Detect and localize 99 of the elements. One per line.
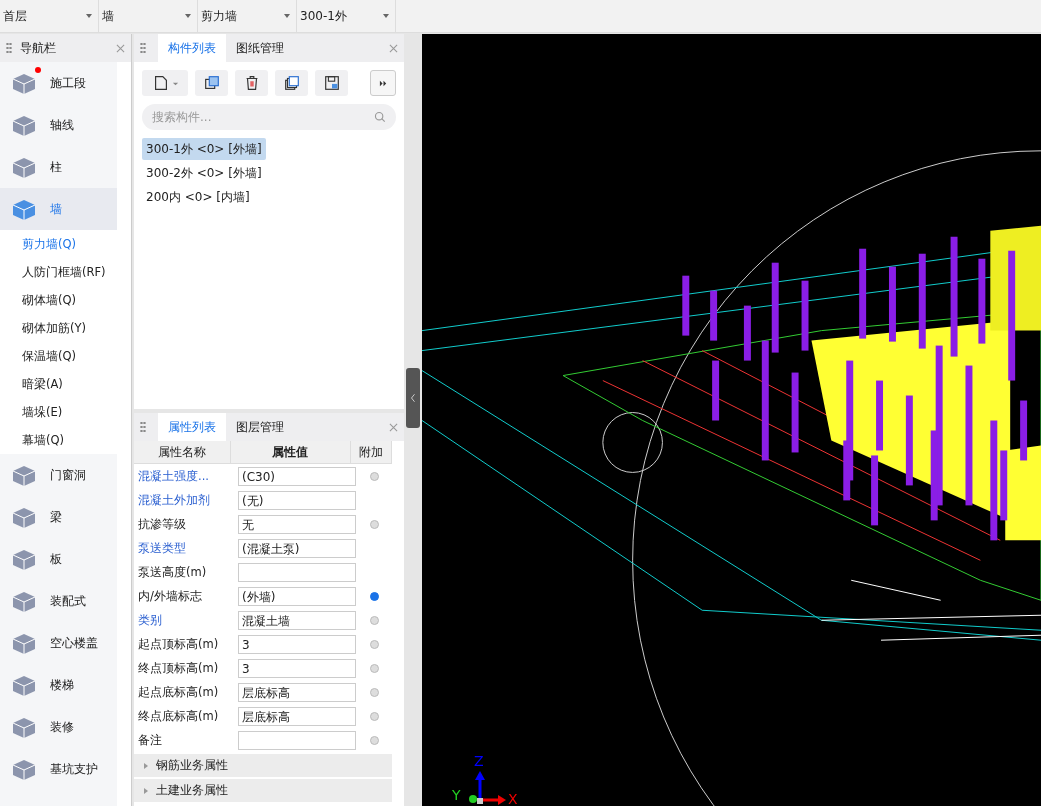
axis-label: Y (452, 788, 461, 802)
attach-radio[interactable] (369, 687, 379, 697)
search-field[interactable]: 搜索构件... (142, 104, 396, 130)
double-arrow-icon (378, 78, 388, 88)
property-value-field[interactable]: 3 (238, 658, 356, 678)
property-name: 泵送高度(m) (137, 564, 208, 580)
nav-item[interactable]: 基坑支护 (0, 748, 117, 790)
property-name: 内/外墙标志 (137, 588, 203, 604)
stacked-squares-icon (282, 74, 301, 92)
axis-label: Z (474, 754, 484, 768)
column-header: 属性值 (231, 441, 351, 463)
caret-icon (284, 14, 290, 18)
attach-radio[interactable] (369, 711, 379, 721)
nav-subitem[interactable]: 砌体墙(Q) (0, 286, 117, 314)
property-value-field[interactable]: 无 (238, 514, 356, 534)
close-icon[interactable] (389, 422, 398, 432)
nav-item[interactable]: 轴线 (0, 104, 117, 146)
nav-item[interactable]: 装修 (0, 706, 117, 748)
nav-item[interactable]: 施工段 (0, 62, 117, 104)
nav-item[interactable]: 空心楼盖 (0, 622, 117, 664)
drag-handle-icon[interactable] (140, 42, 146, 54)
property-value-field[interactable]: (混凝土泵) (238, 538, 356, 558)
attach-radio[interactable] (369, 471, 379, 481)
property-group[interactable]: 钢筋业务属性 (134, 754, 392, 777)
nav-subitem[interactable]: 人防门框墙(RF) (0, 258, 117, 286)
nav-subitem[interactable]: 剪力墙(Q) (0, 230, 117, 258)
attach-radio[interactable] (369, 663, 379, 673)
copy-icon (202, 74, 221, 92)
property-name: 起点底标高(m) (137, 684, 220, 700)
dropdown[interactable]: 首层 (0, 0, 99, 32)
more-button[interactable] (370, 70, 396, 96)
property-group[interactable]: 土建业务属性 (134, 779, 392, 802)
nav-subitem[interactable]: 墙垛(E) (0, 398, 117, 426)
collapse-handle[interactable] (406, 367, 420, 428)
property-value-field[interactable] (238, 730, 356, 750)
save-icon (322, 74, 341, 92)
panel-title: 导航栏 (20, 39, 57, 57)
nav-subitem[interactable]: 幕墙(Q) (0, 426, 117, 454)
attach-radio[interactable] (369, 591, 379, 601)
property-name: 终点底标高(m) (137, 708, 220, 724)
nav-item[interactable]: 板 (0, 538, 117, 580)
tab[interactable]: 图层管理 (226, 413, 294, 441)
property-name: 泵送类型 (137, 540, 187, 556)
property-value-field[interactable]: (外墙) (238, 586, 356, 606)
property-name: 终点顶标高(m) (137, 660, 220, 676)
close-icon[interactable] (116, 43, 125, 53)
property-name: 抗渗等级 (137, 516, 187, 532)
dropdown[interactable]: 墙 (99, 0, 198, 32)
property-value-field[interactable]: 3 (238, 634, 356, 654)
caret-icon (383, 14, 389, 18)
property-value-field[interactable]: 层底标高 (238, 682, 356, 702)
delete-button[interactable] (235, 70, 268, 96)
property-name: 混凝土外加剂 (137, 492, 211, 508)
property-value-field[interactable]: (无) (238, 490, 356, 510)
caret-icon (86, 14, 92, 18)
caret-icon (185, 14, 191, 18)
nav-subitem[interactable]: 保温墙(Q) (0, 342, 117, 370)
nav-item[interactable]: 装配式 (0, 580, 117, 622)
property-value-field[interactable]: (C30) (238, 466, 356, 486)
column-header: 属性名称 (134, 441, 232, 463)
tab[interactable]: 属性列表 (158, 413, 226, 441)
drag-handle-icon[interactable] (6, 42, 12, 54)
nav-item[interactable]: 柱 (0, 146, 117, 188)
save-button[interactable] (315, 70, 348, 96)
component-item[interactable]: 300-1外 <0> [外墙] (142, 138, 266, 160)
dropdown[interactable]: 剪力墙 (198, 0, 297, 32)
attach-radio[interactable] (369, 639, 379, 649)
component-item[interactable]: 300-2外 <0> [外墙] (142, 162, 266, 184)
nav-item[interactable]: 梁 (0, 496, 117, 538)
property-name: 备注 (137, 732, 163, 748)
property-value-field[interactable]: 层底标高 (238, 706, 356, 726)
property-name: 类别 (137, 612, 163, 628)
column-header: 附加 (350, 441, 392, 463)
search-icon (374, 111, 386, 123)
group-label: 钢筋业务属性 (156, 757, 228, 774)
group-label: 土建业务属性 (156, 782, 228, 799)
tab[interactable]: 构件列表 (158, 34, 226, 62)
nav-subitem[interactable]: 暗梁(A) (0, 370, 117, 398)
tab[interactable]: 图纸管理 (226, 34, 294, 62)
attach-radio[interactable] (369, 519, 379, 529)
nav-item[interactable]: 墙 (0, 188, 117, 230)
axis-label: X (508, 792, 518, 806)
viewport[interactable]: Z Y X (422, 34, 1041, 806)
dropdown[interactable]: 300-1外 (297, 0, 396, 32)
attach-radio[interactable] (369, 735, 379, 745)
component-item[interactable]: 200内 <0> [内墙] (142, 186, 254, 208)
drag-handle-icon[interactable] (140, 421, 146, 433)
layers-button[interactable] (275, 70, 308, 96)
property-value-field[interactable]: 混凝土墙 (238, 610, 356, 630)
new-button[interactable] (142, 70, 188, 96)
property-name: 混凝土强度... (137, 468, 210, 484)
copy-button[interactable] (195, 70, 228, 96)
property-name: 起点顶标高(m) (137, 636, 220, 652)
nav-item[interactable]: 楼梯 (0, 664, 117, 706)
property-value-field[interactable] (238, 562, 356, 582)
close-icon[interactable] (389, 43, 398, 53)
nav-subitem[interactable]: 砌体加筋(Y) (0, 314, 117, 342)
attach-radio[interactable] (369, 615, 379, 625)
nav-item[interactable]: 门窗洞 (0, 454, 117, 496)
